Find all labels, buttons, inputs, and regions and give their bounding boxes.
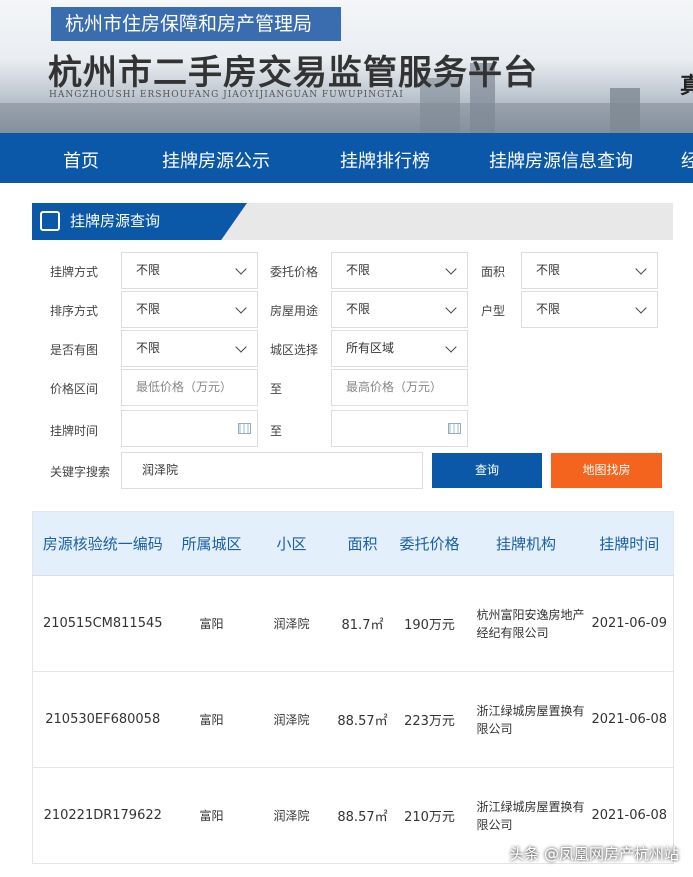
col-date: 挂牌时间 [585, 511, 674, 576]
label: 至 [270, 382, 283, 396]
price-select[interactable]: 不限 [331, 252, 468, 289]
label: 排序方式 [50, 304, 99, 318]
table-cell: 润泽院 [250, 575, 333, 672]
table-cell: 富阳 [172, 767, 251, 864]
layout-select[interactable]: 不限 [521, 291, 658, 328]
label: 挂牌方式 [50, 265, 99, 279]
site-title: 杭州市二手房交易监管服务平台 [48, 53, 538, 93]
table-cell: 2021-06-09 [585, 575, 674, 672]
max-price-input[interactable]: 最高价格（万元） [331, 369, 468, 406]
header-banner: 杭州市住房保障和房产管理局 杭州市二手房交易监管服务平台 HANGZHOUSHI… [0, 0, 693, 133]
nav-home[interactable]: 首页 [63, 147, 99, 173]
table-cell: 2021-06-08 [585, 671, 674, 768]
select-value: 所有区域 [346, 341, 395, 355]
label: 关键字搜索 [50, 465, 111, 479]
table-cell: 210515CM811545 [32, 575, 173, 672]
watermark: 头条 @凤凰网房产杭州站 [509, 845, 679, 863]
nav-more[interactable]: 经 [681, 147, 693, 173]
label: 户型 [481, 304, 506, 318]
district-select[interactable]: 所有区域 [331, 330, 468, 367]
start-date-input[interactable] [121, 410, 258, 447]
has-image-select[interactable]: 不限 [121, 330, 258, 367]
label: 城区选择 [270, 343, 319, 357]
table-cell: 润泽院 [250, 671, 333, 768]
table-cell: 杭州富阳安逸房地产经纪有限公司 [466, 575, 586, 672]
chevron-down-icon [235, 341, 247, 353]
nav-ranking[interactable]: 挂牌排行榜 [340, 147, 430, 173]
table-cell: 81.7㎡ [332, 575, 393, 672]
side-text: 真 [680, 74, 693, 99]
table-cell: 润泽院 [250, 767, 333, 864]
col-agency: 挂牌机构 [466, 511, 586, 576]
select-value: 不限 [136, 341, 161, 355]
table-cell: 210221DR179622 [32, 767, 173, 864]
select-value: 不限 [136, 302, 161, 316]
select-value: 不限 [536, 263, 561, 277]
table-cell: 浙江绿城房屋置换有限公司 [466, 671, 586, 768]
chevron-down-icon [235, 302, 247, 314]
table-row[interactable]: 210530EF680058 富阳 润泽院 88.57㎡ 223万元 浙江绿城房屋置换有限… [32, 671, 674, 768]
col-community: 小区 [250, 511, 333, 576]
chevron-down-icon [235, 263, 247, 275]
label: 至 [270, 424, 283, 438]
table-cell: 88.57㎡ [332, 767, 393, 864]
panel-title-bar: 挂牌房源查询 [32, 203, 673, 240]
results-table: 房源核验统一编码 所属城区 小区 面积 委托价格 挂牌机构 挂牌时间 21051… [32, 511, 674, 864]
label: 价格区间 [50, 382, 99, 396]
chevron-down-icon [445, 341, 457, 353]
table-cell: 88.57㎡ [332, 671, 393, 768]
search-doc-icon [40, 211, 60, 231]
nav-listing-query[interactable]: 挂牌房源信息查询 [489, 147, 633, 173]
table-cell: 210530EF680058 [32, 671, 173, 768]
select-value: 不限 [346, 263, 371, 277]
panel-title: 挂牌房源查询 [70, 212, 161, 230]
end-date-input[interactable] [331, 410, 468, 447]
table-cell: 富阳 [172, 671, 251, 768]
label: 是否有图 [50, 343, 99, 357]
table-row[interactable]: 210515CM811545 富阳 润泽院 81.7㎡ 190万元 杭州富阳安逸房地产经纪… [32, 575, 674, 672]
site-pinyin: HANGZHOUSHI ERSHOUFANG JIAOYIJIANGUAN FU… [49, 90, 404, 100]
calendar-icon[interactable] [238, 423, 251, 434]
table-cell: 190万元 [392, 575, 467, 672]
label: 房屋用途 [270, 304, 319, 318]
sort-select[interactable]: 不限 [121, 291, 258, 328]
chevron-down-icon [635, 263, 647, 275]
chevron-down-icon [445, 302, 457, 314]
table-cell: 223万元 [392, 671, 467, 768]
label: 面积 [481, 265, 506, 279]
search-button[interactable]: 查询 [432, 453, 542, 488]
chevron-down-icon [445, 263, 457, 275]
nav-listing-public[interactable]: 挂牌房源公示 [162, 147, 270, 173]
calendar-icon[interactable] [448, 423, 461, 434]
table-cell: 210万元 [392, 767, 467, 864]
chevron-down-icon [635, 302, 647, 314]
usage-select[interactable]: 不限 [331, 291, 468, 328]
area-select[interactable]: 不限 [521, 252, 658, 289]
col-district: 所属城区 [172, 511, 251, 576]
table-cell: 富阳 [172, 575, 251, 672]
select-value: 不限 [136, 263, 161, 277]
select-value: 不限 [346, 302, 371, 316]
map-search-button[interactable]: 地图找房 [551, 453, 662, 488]
col-code: 房源核验统一编码 [32, 511, 173, 576]
main-nav: 首页 挂牌房源公示 挂牌排行榜 挂牌房源信息查询 经 [0, 133, 693, 183]
agency-label: 杭州市住房保障和房产管理局 [51, 7, 341, 41]
keyword-input[interactable]: 润泽院 [121, 452, 423, 489]
col-price: 委托价格 [392, 511, 467, 576]
col-area: 面积 [332, 511, 393, 576]
min-price-input[interactable]: 最低价格（万元） [121, 369, 258, 406]
select-value: 不限 [536, 302, 561, 316]
label: 挂牌时间 [50, 424, 99, 438]
listing-method-select[interactable]: 不限 [121, 252, 258, 289]
label: 委托价格 [270, 265, 319, 279]
